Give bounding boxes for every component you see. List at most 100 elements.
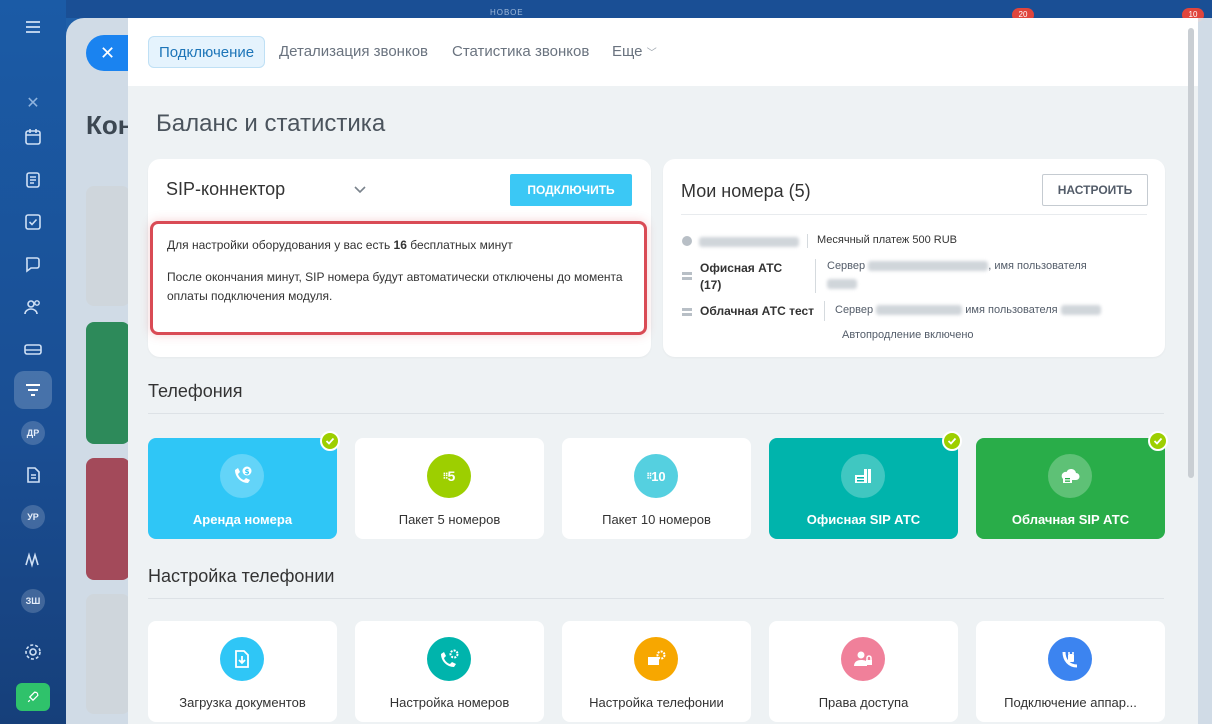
tasks-icon[interactable] [18, 207, 48, 237]
contacts-icon[interactable] [18, 292, 48, 322]
tile-label: Офисная SIP АТС [806, 512, 921, 527]
user-label: имя пользователя [965, 304, 1058, 316]
page-title: Баланс и статистика [156, 110, 386, 137]
tile-label: Настройка номеров [389, 695, 510, 710]
sip-connector-card: SIP-коннектор ПОДКЛЮЧИТЬ Для настройки о… [148, 159, 651, 357]
cloud-pbx-icon [1048, 454, 1092, 498]
background-card [86, 186, 130, 306]
tile-device-connection[interactable]: Подключение аппар... [976, 621, 1165, 722]
tile-document-upload[interactable]: Загрузка документов [148, 621, 337, 722]
phone-gear-icon [427, 637, 471, 681]
chevron-down-icon: ﹀ [646, 48, 657, 59]
free-minutes-suffix: бесплатных минут [406, 238, 513, 252]
document-icon[interactable] [18, 165, 48, 195]
tab-more[interactable]: Еще ﹀ [612, 36, 657, 68]
tile-label: Подключение аппар... [1004, 695, 1137, 710]
coin-icon [682, 236, 692, 246]
background-card [86, 322, 130, 444]
server-icon [682, 308, 692, 316]
tile-rent-number[interactable]: $ Аренда номера [148, 438, 337, 539]
avatar-badge[interactable]: ДР [21, 421, 45, 445]
divider [148, 413, 1164, 414]
avatar-badge[interactable]: ЗШ [21, 589, 45, 613]
slider-panel: Подключение Детализация звонков Статисти… [128, 18, 1198, 724]
sip-connector-title: SIP-коннектор [166, 179, 286, 199]
tile-office-sip-pbx[interactable]: Офисная SIP АТС [769, 438, 958, 539]
office-pbx-name[interactable]: Офисная АТС (17) [700, 260, 800, 294]
scrollbar[interactable] [1188, 28, 1194, 478]
dialpad-5-icon: ⠿ 5 [427, 454, 471, 498]
tile-access-rights[interactable]: Права доступа [769, 621, 958, 722]
chat-icon[interactable] [18, 249, 48, 279]
package-size-5: 5 [447, 468, 456, 484]
tile-label: Настройка телефонии [589, 695, 724, 710]
gear-icon[interactable] [18, 637, 48, 667]
tile-package-10[interactable]: ⠿ 10 Пакет 10 номеров [562, 438, 751, 539]
cloud-server-info: Сервер имя пользователя [835, 304, 1101, 316]
hidden-phone-number [699, 236, 799, 247]
tile-telephony-settings[interactable]: Настройка телефонии [562, 621, 751, 722]
user-lock-icon [841, 637, 885, 681]
tile-package-5[interactable]: ⠿ 5 Пакет 5 номеров [355, 438, 544, 539]
check-icon [942, 431, 962, 451]
phone-dollar-icon: $ [220, 454, 264, 498]
divider [824, 301, 825, 321]
check-icon [1148, 431, 1168, 451]
my-numbers-card: Мои номера (5) НАСТРОИТЬ Месячный платеж… [663, 159, 1165, 357]
plug-phone-icon [1048, 637, 1092, 681]
tile-label: Загрузка документов [179, 695, 306, 710]
free-minutes-prefix: Для настройки оборудования у вас есть [167, 238, 394, 252]
user-label: имя пользователя [994, 260, 1087, 272]
check-icon [320, 431, 340, 451]
package-size-10: 10 [651, 468, 666, 484]
connect-button[interactable]: ПОДКЛЮЧИТЬ [510, 174, 632, 206]
tile-label: Пакет 5 номеров [398, 512, 501, 527]
phone-number-row [699, 234, 799, 248]
tab-call-statistics[interactable]: Статистика звонков [452, 36, 589, 68]
close-icon: ✕ [100, 42, 116, 63]
telephony-section-title: Телефония [148, 381, 243, 401]
divider [681, 214, 1147, 215]
setup-button[interactable]: НАСТРОИТЬ [1042, 174, 1148, 206]
tile-label: Права доступа [818, 695, 909, 710]
tile-number-settings[interactable]: Настройка номеров [355, 621, 544, 722]
background-card [86, 458, 130, 580]
tab-bar: Подключение Детализация звонков Статисти… [128, 18, 1198, 86]
tab-connection[interactable]: Подключение [148, 36, 266, 68]
divider [807, 234, 808, 248]
server-icon [682, 272, 692, 280]
divider [815, 259, 816, 293]
cloud-pbx-name[interactable]: Облачная АТС тест [700, 304, 814, 318]
chevron-down-icon[interactable] [352, 181, 368, 197]
monthly-payment: Месячный платеж 500 RUB [817, 234, 957, 246]
filter-icon[interactable] [18, 375, 48, 405]
tile-cloud-sip-pbx[interactable]: Облачная SIP АТС [976, 438, 1165, 539]
hidden-server [876, 305, 963, 316]
office-server-info: Сервер , имя пользователя [827, 260, 1087, 272]
background-card [86, 594, 130, 714]
office-pbx-icon [841, 454, 885, 498]
my-numbers-title: Мои номера (5) [681, 181, 811, 201]
office-username [827, 276, 857, 290]
new-label: НОВОЕ [490, 8, 524, 17]
svg-text:$: $ [245, 468, 250, 476]
rocket-icon[interactable] [16, 683, 50, 711]
hidden-server [868, 261, 989, 272]
tile-label: Пакет 10 номеров [602, 512, 711, 527]
free-minutes-count: 16 [393, 238, 407, 252]
tab-call-details[interactable]: Детализация звонков [279, 36, 428, 68]
storage-icon[interactable] [18, 334, 48, 364]
calendar-icon[interactable] [18, 122, 48, 152]
tile-label: Облачная SIP АТС [1011, 512, 1130, 527]
file-icon[interactable] [18, 460, 48, 490]
menu-icon[interactable] [18, 12, 48, 42]
avatar-badge[interactable]: УР [21, 505, 45, 529]
autorenew-status: Автопродление включено [842, 329, 974, 341]
tile-label: Аренда номера [192, 512, 293, 527]
dialpad-10-icon: ⠿ 10 [634, 454, 678, 498]
divider [148, 598, 1164, 599]
download-document-icon [220, 637, 264, 681]
script-icon[interactable] [18, 545, 48, 575]
close-icon[interactable]: ✕ [18, 88, 48, 118]
pbx-gear-icon [634, 637, 678, 681]
